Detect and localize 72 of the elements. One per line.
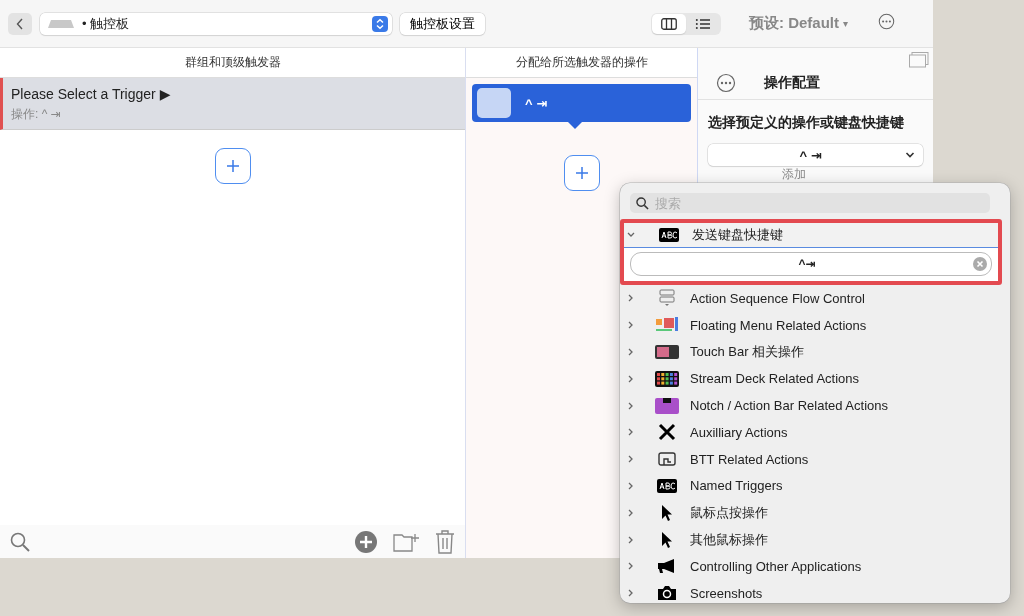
category-label: BTT Related Actions <box>690 451 809 467</box>
category-label: Auxilliary Actions <box>690 424 788 440</box>
config-title: 操作配置 <box>764 73 820 92</box>
category-row[interactable]: 鼠标点按操作 <box>620 499 1010 527</box>
trigger-row[interactable]: Please Select a Trigger ▶ 操作: ^ ⇥ <box>0 78 465 130</box>
category-row[interactable]: Floating Menu Related Actions <box>620 311 1010 339</box>
shortcut-field[interactable]: ^⇥ <box>630 252 992 276</box>
add-trigger-button[interactable] <box>214 148 251 184</box>
cursor-icon <box>661 530 673 549</box>
category-row[interactable]: Notch / Action Bar Related Actions <box>620 392 1010 419</box>
category-label: Notch / Action Bar Related Actions <box>690 398 888 414</box>
category-label: 发送键盘快捷键 <box>692 226 783 244</box>
category-row[interactable]: Named Triggers <box>620 472 1010 500</box>
back-button[interactable] <box>8 12 32 35</box>
category-row[interactable]: Stream Deck Related Actions <box>620 365 1010 393</box>
window-icon <box>658 452 676 467</box>
add-icon[interactable] <box>355 530 377 553</box>
ellipsis-icon[interactable] <box>716 72 736 93</box>
plus-icon <box>574 166 589 180</box>
category-row[interactable]: Action Sequence Flow Control <box>620 285 1010 312</box>
category-row[interactable]: 发送键盘快捷键 <box>624 223 998 248</box>
trackpad-icon <box>48 19 74 28</box>
stacked-boxes-icon <box>658 289 676 308</box>
trigger-subtitle: 操作: ^ ⇥ <box>11 106 62 123</box>
category-row[interactable]: Screenshots <box>620 579 1010 603</box>
search-field[interactable]: 搜索 <box>630 193 990 213</box>
category-label: Stream Deck Related Actions <box>690 371 860 387</box>
trackpad-settings-button[interactable]: 触控板设置 <box>400 12 485 35</box>
columns-icon <box>660 17 677 30</box>
column-header: 分配给所选触发器的操作 <box>466 48 697 78</box>
device-label: • 触控板 <box>82 14 131 33</box>
action-label: ^ ⇥ <box>525 95 548 111</box>
category-row[interactable]: Auxilliary Actions <box>620 419 1010 446</box>
touch-bar-icon <box>655 345 679 359</box>
trash-icon[interactable] <box>435 529 455 554</box>
search-icon[interactable] <box>10 531 30 552</box>
category-label: Named Triggers <box>690 478 783 494</box>
camera-icon <box>657 585 677 602</box>
button-grid-icon <box>655 370 679 387</box>
megaphone-icon <box>657 558 677 575</box>
abc-icon <box>659 228 679 242</box>
columns-view-button[interactable] <box>651 13 686 34</box>
device-selector[interactable]: • 触控板 <box>40 12 392 35</box>
category-row[interactable]: Touch Bar 相关操作 <box>620 338 1010 366</box>
search-icon <box>636 197 649 210</box>
category-row[interactable]: 其他鼠标操作 <box>620 526 1010 553</box>
action-icon <box>477 88 511 118</box>
category-label: Controlling Other Applications <box>690 558 862 574</box>
category-label: Floating Menu Related Actions <box>690 317 867 333</box>
category-label: 鼠标点按操作 <box>690 503 768 522</box>
action-row[interactable]: ^ ⇥ <box>472 84 691 122</box>
category-row[interactable]: Controlling Other Applications <box>620 552 1010 580</box>
selection-pointer <box>568 122 582 129</box>
chevron-down-icon <box>905 151 915 159</box>
more-icon[interactable] <box>878 13 895 30</box>
trigger-title: Please Select a Trigger ▶ <box>11 86 172 102</box>
cursor-icon <box>661 503 673 522</box>
notch-bar-icon <box>655 397 679 414</box>
chevron-left-icon <box>16 17 24 30</box>
category-label: Touch Bar 相关操作 <box>690 343 805 361</box>
stepper-icon <box>372 15 388 32</box>
config-prompt: 选择预定义的操作或键盘快捷键 <box>708 114 905 132</box>
hint-text: 添加 <box>782 167 806 181</box>
action-dropdown[interactable]: ^ ⇥ <box>708 144 923 166</box>
abc-icon <box>657 478 677 493</box>
plus-icon <box>225 159 240 173</box>
category-label: 其他鼠标操作 <box>690 530 768 549</box>
category-row[interactable]: BTT Related Actions <box>620 445 1010 473</box>
add-action-button[interactable] <box>563 155 600 191</box>
list-icon <box>694 17 711 30</box>
category-label: Screenshots <box>690 585 763 601</box>
category-label: Action Sequence Flow Control <box>690 290 865 306</box>
